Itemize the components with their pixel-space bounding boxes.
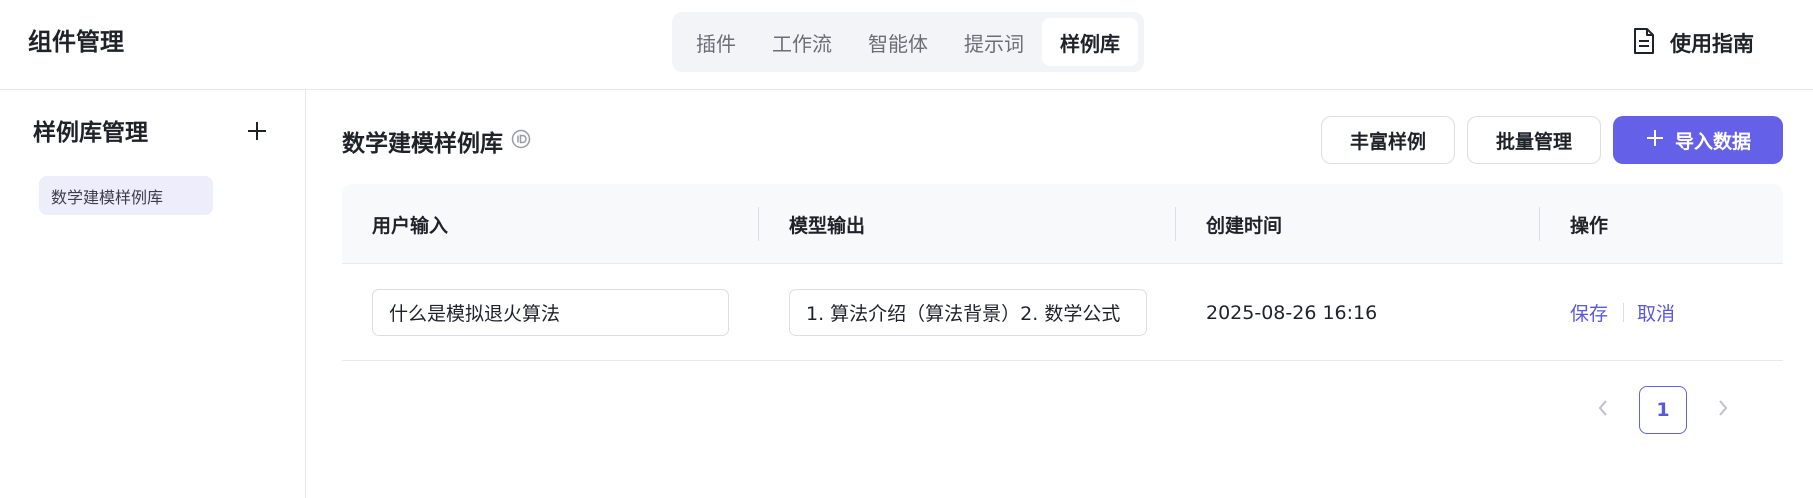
page-title: 数学建模样例库 <box>342 131 503 157</box>
column-header-user-input: 用户输入 <box>372 214 449 237</box>
enrich-examples-button[interactable]: 丰富样例 <box>1321 116 1455 164</box>
chevron-left-icon <box>1597 399 1609 421</box>
plus-icon <box>246 120 268 146</box>
id-icon[interactable] <box>511 129 531 153</box>
user-guide-link[interactable]: 使用指南 <box>1632 26 1754 60</box>
import-data-button[interactable]: 导入数据 <box>1613 116 1783 164</box>
model-output-field[interactable] <box>789 289 1147 336</box>
plus-icon <box>1645 128 1665 153</box>
batch-manage-button[interactable]: 批量管理 <box>1467 116 1601 164</box>
table-row: 2025-08-26 16:16 保存 取消 <box>342 264 1783 361</box>
add-library-button[interactable] <box>242 118 272 148</box>
column-header-model-output: 模型输出 <box>789 214 866 237</box>
import-data-label: 导入数据 <box>1674 130 1751 153</box>
top-bar: 组件管理 插件 工作流 智能体 提示词 样例库 使用指南 <box>0 0 1813 90</box>
document-icon <box>1632 27 1656 59</box>
chevron-right-icon <box>1717 399 1729 421</box>
created-at-value: 2025-08-26 16:16 <box>1206 301 1378 324</box>
column-divider <box>758 207 759 241</box>
library-title: 数学建模样例库 <box>342 124 531 158</box>
app-title: 组件管理 <box>28 28 124 56</box>
sidebar-title: 样例库管理 <box>33 120 148 146</box>
column-divider <box>1175 207 1176 241</box>
action-divider <box>1623 303 1624 322</box>
tab-agents[interactable]: 智能体 <box>850 18 946 66</box>
next-page-button[interactable] <box>1699 386 1747 434</box>
user-input-field[interactable] <box>372 289 729 336</box>
column-header-actions: 操作 <box>1570 214 1609 237</box>
tab-prompts[interactable]: 提示词 <box>946 18 1042 66</box>
tab-plugins[interactable]: 插件 <box>678 18 754 66</box>
table-header: 用户输入 模型输出 创建时间 操作 <box>342 184 1783 264</box>
column-header-created-at: 创建时间 <box>1206 214 1283 237</box>
save-button[interactable]: 保存 <box>1570 289 1608 336</box>
sidebar: 样例库管理 数学建模样例库 <box>0 90 306 498</box>
column-divider <box>1539 207 1540 241</box>
sidebar-item-math-modeling[interactable]: 数学建模样例库 <box>39 176 213 215</box>
page-number-button[interactable]: 1 <box>1639 386 1687 434</box>
component-tabs: 插件 工作流 智能体 提示词 样例库 <box>672 12 1144 72</box>
cancel-button[interactable]: 取消 <box>1637 289 1675 336</box>
previous-page-button[interactable] <box>1579 386 1627 434</box>
tab-workflow[interactable]: 工作流 <box>754 18 850 66</box>
tab-example-library[interactable]: 样例库 <box>1042 18 1138 66</box>
user-guide-label: 使用指南 <box>1670 32 1754 56</box>
